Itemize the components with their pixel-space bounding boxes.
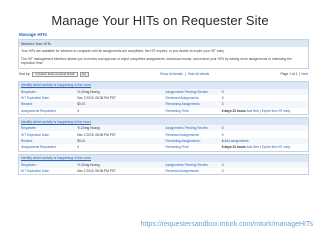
- detail-value: Dec 2 2015, 08:36 PM PST: [77, 132, 116, 137]
- detail-value: 0: [221, 169, 224, 174]
- detail-value: 0: [221, 96, 224, 101]
- detail-row: Assignments Requested: 3: [19, 108, 164, 114]
- hit-card: Identify which activity is happening in …: [18, 117, 309, 152]
- intro-header: Workers Your HITs: [19, 40, 308, 47]
- remaining-time: 6 days 23 hours: [221, 108, 246, 113]
- detail-key: Assignments Pending Review:: [165, 126, 209, 131]
- sort-label: Sort by:: [19, 72, 31, 76]
- hide-all-details-link[interactable]: Hide all details: [188, 72, 209, 76]
- hit-details-right: Assignments Pending Review: 0 Reviewed As…: [163, 161, 309, 175]
- hit-details-right: Assignments Pending Review: 0 Reviewed As…: [163, 125, 309, 151]
- detail-value: 0: [221, 126, 224, 131]
- detail-value: 0: [221, 132, 224, 137]
- detail-key: Assignments Pending Review:: [165, 162, 209, 167]
- add-assignments-link[interactable]: Add assignments: [224, 139, 248, 143]
- detail-key: HIT Expiration Date:: [21, 169, 50, 174]
- detail-value: 6 days 23 hours Add time | Expire this H…: [221, 145, 291, 150]
- chevron-down-icon: ▾: [73, 72, 75, 76]
- pagination: Page 1 of 1 | Next: [280, 72, 308, 76]
- detail-value: 0: [221, 89, 224, 94]
- detail-key: Reward:: [21, 102, 33, 107]
- source-url-link[interactable]: https://requestersandbox.mturk.com/mturk…: [139, 221, 314, 228]
- hit-card: Identify which activity is happening in …: [18, 80, 309, 115]
- detail-toggles: Show all details | Hide all details: [160, 72, 209, 76]
- sort-bar: Sort by: Creation Date (newest first) ▾ …: [18, 70, 309, 79]
- detail-value: Yi-Ching Huang: [77, 89, 100, 94]
- next-page-link[interactable]: Next: [301, 72, 308, 76]
- detail-key: Remaining Time:: [165, 145, 190, 150]
- detail-key: Requester:: [21, 89, 37, 94]
- separator: |: [298, 72, 300, 76]
- detail-key: Reward:: [21, 138, 33, 143]
- page-info: Page 1 of 1: [280, 72, 298, 76]
- detail-value: Yi-Ching Huang: [77, 162, 100, 167]
- detail-key: Assignments Requested:: [21, 108, 57, 113]
- detail-key: Requester:: [21, 126, 37, 131]
- hit-title-link[interactable]: Identify which activity is happening in …: [19, 154, 308, 162]
- slide-title: Manage Your HITs on Requester Site: [51, 13, 269, 28]
- sort-controls: Sort by: Creation Date (newest first) ▾ …: [19, 71, 89, 77]
- detail-key: Assignments Requested:: [21, 145, 57, 150]
- hit-details: Requester: Yi-Ching Huang HIT Expiration …: [19, 161, 309, 175]
- detail-key: Remaining Assignments:: [165, 138, 201, 143]
- detail-key: HIT Expiration Date:: [21, 132, 50, 137]
- expire-hit-link[interactable]: Expire this HIT early: [262, 109, 291, 113]
- detail-key: Assignments Pending Review:: [165, 89, 209, 94]
- hit-title-link[interactable]: Identify which activity is happening in …: [19, 81, 308, 89]
- detail-row: Remaining Time: 6 days 23 hours Add time …: [164, 144, 309, 150]
- detail-value: $0.01: [77, 102, 86, 107]
- detail-value: 3: [221, 102, 224, 107]
- detail-key: Requester:: [21, 162, 37, 167]
- hit-details: Requester: Yi-Ching Huang HIT Expiration …: [19, 125, 308, 151]
- detail-key: Reviewed Assignments:: [165, 96, 200, 101]
- detail-key: HIT Expiration Date:: [21, 96, 50, 101]
- detail-row: HIT Expiration Date: Dec 2 2015, 08:36 PM…: [19, 168, 164, 174]
- detail-value: Dec 2 2015, 08:36 PM PST: [77, 169, 116, 174]
- detail-value: $0.01: [77, 138, 86, 143]
- intro-box: Workers Your HITs Your HITs are availabl…: [18, 39, 309, 69]
- hit-card: Identify which activity is happening in …: [18, 153, 309, 176]
- hit-details-left: Requester: Yi-Ching Huang HIT Expiration …: [19, 161, 164, 175]
- hit-details-left: Requester: Yi-Ching Huang HIT Expiration …: [19, 88, 164, 115]
- detail-value: Yi-Ching Huang: [77, 126, 100, 131]
- add-time-link[interactable]: Add time: [247, 145, 260, 149]
- show-all-details-link[interactable]: Show all details: [160, 72, 183, 76]
- detail-key: Remaining Time:: [165, 108, 190, 113]
- detail-value: 0: [221, 162, 224, 167]
- detail-row: Assignments Requested: 4: [19, 144, 164, 150]
- detail-key: Reviewed Assignments:: [165, 169, 200, 174]
- hit-details-right: Assignments Pending Review: 0 Reviewed As…: [163, 88, 309, 115]
- sort-select[interactable]: Creation Date (newest first) ▾: [32, 71, 78, 77]
- separator: |: [184, 72, 186, 76]
- page-heading: Manage HITs: [19, 32, 47, 37]
- intro-paragraph-2: The HIT management interface allows you …: [21, 56, 292, 66]
- screenshot-frame: Manage HITs Workers Your HITs Your HITs …: [18, 30, 309, 240]
- intro-paragraph-1: Your HITs are available for Workers to c…: [21, 48, 225, 53]
- hit-title-link[interactable]: Identify which activity is happening in …: [19, 118, 308, 125]
- expire-hit-link[interactable]: Expire this HIT early: [262, 145, 291, 149]
- remaining-time: 6 days 23 hours: [221, 145, 246, 150]
- detail-row: Remaining Time: 6 days 23 hours Add time …: [164, 108, 309, 114]
- detail-value: Dec 2 2015, 08:36 PM PST: [77, 96, 116, 101]
- detail-row: Reviewed Assignments: 0: [164, 168, 309, 174]
- sort-select-value: Creation Date (newest first): [35, 72, 74, 76]
- detail-value: 4: [77, 145, 79, 150]
- add-time-link[interactable]: Add time: [247, 109, 260, 113]
- detail-value: 3: [77, 108, 79, 113]
- hit-details: Requester: Yi-Ching Huang HIT Expiration …: [19, 88, 309, 115]
- go-button[interactable]: Go: [79, 71, 89, 77]
- hit-details-left: Requester: Yi-Ching Huang HIT Expiration …: [19, 125, 164, 151]
- detail-value: 6 days 23 hours Add time | Expire this H…: [221, 108, 291, 113]
- detail-value: 4 Add assignments: [222, 139, 306, 143]
- detail-key: Remaining Assignments:: [165, 102, 201, 107]
- detail-key: Reviewed Assignments:: [165, 132, 200, 137]
